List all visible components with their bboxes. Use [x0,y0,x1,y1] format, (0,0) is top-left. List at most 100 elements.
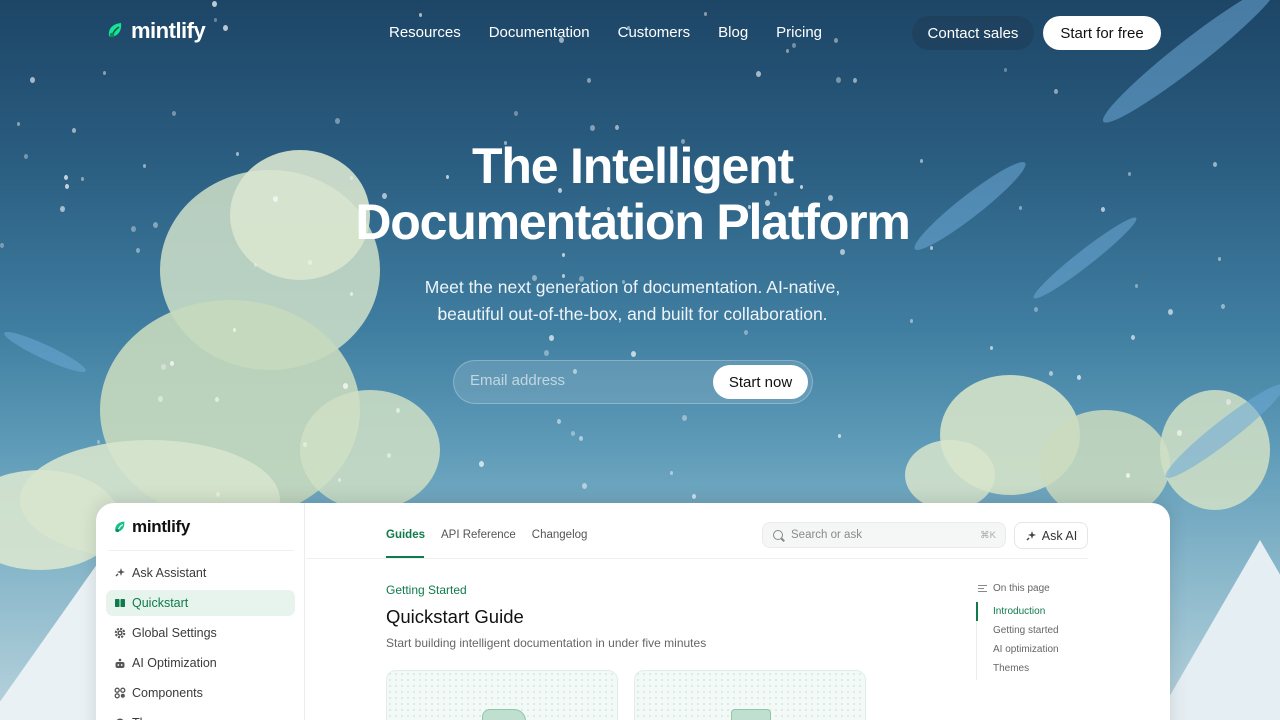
snowflake [172,111,176,116]
mintlify-leaf-icon [115,521,125,532]
book-icon [115,599,125,607]
snowflake [338,478,341,482]
page-description: Start building intelligent documentation… [386,636,707,650]
snowflake [216,492,220,497]
breadcrumb[interactable]: Getting Started [386,583,467,597]
toc-item-themes[interactable]: Themes [993,663,1029,674]
mintlify-leaf-icon [108,23,122,38]
snowflake [97,440,100,444]
sidebar-item-label: Quickstart [132,596,189,610]
snowflake [1226,399,1231,405]
hero-title: The Intelligent Documentation Platform [0,138,1265,250]
docs-logo-text: mintlify [132,517,191,536]
list-icon [978,585,987,592]
nav-link-documentation[interactable]: Documentation [489,24,590,41]
toc-heading: On this page [978,583,1050,594]
snowflake [579,436,583,441]
snowflake [72,128,76,133]
snowflake [990,346,993,350]
nav-links: Resources Documentation Customers Blog P… [389,24,822,41]
feature-card[interactable] [386,670,618,720]
wind-streak [1,326,89,378]
snowflake [838,434,841,438]
tab-changelog[interactable]: Changelog [532,529,588,541]
ask-ai-button[interactable]: Ask AI [1014,522,1088,549]
snowflake [544,350,549,356]
toc-active-indicator [976,602,978,621]
toc-item-introduction[interactable]: Introduction [993,606,1045,617]
page-title: Quickstart Guide [386,606,524,627]
sidebar-item-quickstart[interactable]: Quickstart [106,590,295,616]
snowflake [571,431,575,436]
email-signup-form: Start now [453,360,813,404]
snowflake [590,125,595,131]
cloud-shape [300,390,440,510]
sparkle-icon [1026,530,1036,540]
snowflake [582,483,587,489]
snowflake [1054,89,1058,94]
sidebar-divider [108,550,294,551]
illustration-icon [731,709,771,720]
email-input[interactable] [470,372,700,389]
toc-item-getting-started[interactable]: Getting started [993,625,1059,636]
snowflake [744,330,748,335]
snowflake [557,419,561,424]
feature-card[interactable] [634,670,866,720]
snowflake [587,78,591,83]
components-icon [114,687,126,699]
start-for-free-button[interactable]: Start for free [1043,16,1161,50]
snowflake [1004,68,1007,72]
snowflake [103,71,106,75]
contact-sales-button[interactable]: Contact sales [912,16,1034,50]
hero-subtitle-line-2: beautiful out-of-the-box, and built for … [437,304,828,324]
header-divider [306,558,1088,559]
toc-heading-label: On this page [993,583,1050,594]
snowflake [170,361,174,366]
snowflake [335,118,340,124]
snowflake [1131,335,1135,340]
docs-logo[interactable]: mintlify [113,517,190,537]
sparkle-icon [115,568,125,577]
snowflake [1049,371,1053,376]
snowflake [631,351,636,357]
tab-api-reference[interactable]: API Reference [441,529,516,541]
snowflake [836,77,841,83]
docs-search-input[interactable]: Search or ask ⌘K [762,522,1006,548]
nav-link-resources[interactable]: Resources [389,24,461,41]
sidebar-item-ai-optimization[interactable]: AI Optimization [106,650,295,676]
tab-guides[interactable]: Guides [386,529,425,541]
snowflake [161,364,166,370]
sidebar-item-global-settings[interactable]: Global Settings [106,620,295,646]
hero-title-line-2: Documentation Platform [355,194,910,250]
snowflake [343,383,348,389]
nav-link-customers[interactable]: Customers [618,24,691,41]
product-preview-window: mintlify Ask Assistant Quickstart Global… [96,503,1170,720]
brand-logo[interactable]: mintlify [106,18,206,44]
snowflake [853,78,857,83]
ask-ai-label: Ask AI [1041,528,1078,543]
nav-link-pricing[interactable]: Pricing [776,24,822,41]
snowflake [670,471,673,475]
sidebar-item-label: Global Settings [132,626,217,640]
snowflake [396,408,400,413]
sidebar-item-components[interactable]: Components [106,680,295,706]
sidebar-item-label: Th [132,716,147,720]
illustration-icon [482,709,526,720]
snowflake [30,77,35,83]
cloud-shape [905,440,995,510]
toc-item-ai-optimization[interactable]: AI optimization [993,644,1059,655]
sidebar-item-ask-assistant[interactable]: Ask Assistant [106,560,295,586]
search-placeholder: Search or ask [791,529,862,541]
brand-name: mintlify [131,18,206,43]
snowflake [254,263,257,267]
sidebar-item-label: Ask Assistant [132,566,207,580]
start-now-button[interactable]: Start now [713,365,808,399]
sidebar-item-themes[interactable]: Th [106,710,295,720]
snowflake [756,71,761,77]
hero-title-line-1: The Intelligent [472,138,794,194]
hero-subtitle-line-1: Meet the next generation of documentatio… [424,277,841,297]
snowflake [1177,430,1182,436]
snowflake [233,328,236,332]
nav-link-blog[interactable]: Blog [718,24,748,41]
search-shortcut: ⌘K [980,530,996,541]
